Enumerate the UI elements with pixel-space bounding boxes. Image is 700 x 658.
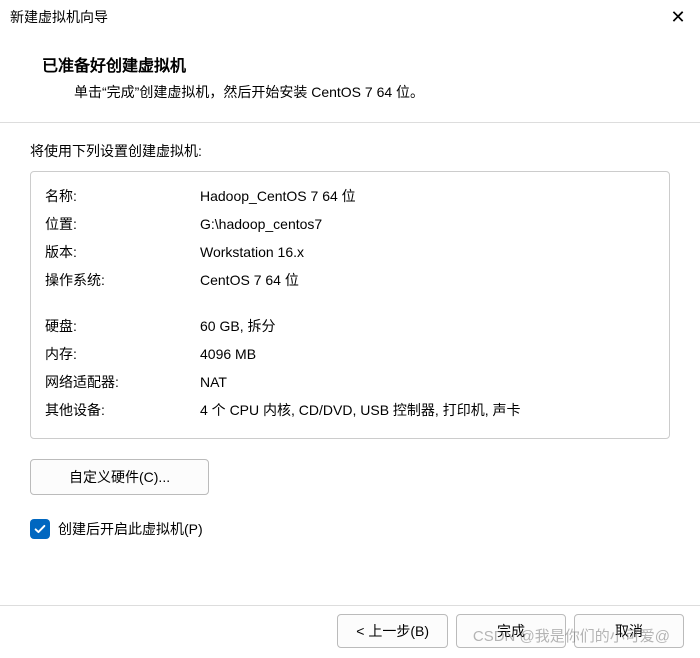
window-title: 新建虚拟机向导 (10, 7, 108, 27)
summary-row-memory: 内存: 4096 MB (45, 340, 655, 368)
memory-value: 4096 MB (200, 343, 655, 365)
version-value: Workstation 16.x (200, 241, 655, 263)
page-subheading: 单击“完成”创建虚拟机，然后开始安装 CentOS 7 64 位。 (42, 76, 660, 102)
power-on-label: 创建后开启此虚拟机(P) (58, 519, 203, 539)
back-button[interactable]: < 上一步(B) (337, 614, 448, 648)
summary-row-name: 名称: Hadoop_CentOS 7 64 位 (45, 182, 655, 210)
os-value: CentOS 7 64 位 (200, 269, 655, 291)
footer: < 上一步(B) 完成 取消 (0, 605, 700, 658)
cancel-button[interactable]: 取消 (574, 614, 684, 648)
location-label: 位置: (45, 213, 200, 235)
summary-label: 将使用下列设置创建虚拟机: (0, 123, 700, 171)
disk-label: 硬盘: (45, 315, 200, 337)
network-label: 网络适配器: (45, 371, 200, 393)
network-value: NAT (200, 371, 655, 393)
version-label: 版本: (45, 241, 200, 263)
summary-row-os: 操作系统: CentOS 7 64 位 (45, 266, 655, 294)
other-value: 4 个 CPU 内核, CD/DVD, USB 控制器, 打印机, 声卡 (200, 399, 655, 421)
location-value: G:\hadoop_centos7 (200, 213, 655, 235)
power-on-checkbox[interactable] (30, 519, 50, 539)
summary-row-disk: 硬盘: 60 GB, 拆分 (45, 312, 655, 340)
summary-row-other: 其他设备: 4 个 CPU 内核, CD/DVD, USB 控制器, 打印机, … (45, 396, 655, 424)
finish-button[interactable]: 完成 (456, 614, 566, 648)
name-value: Hadoop_CentOS 7 64 位 (200, 185, 655, 207)
disk-value: 60 GB, 拆分 (200, 315, 655, 337)
summary-box: 名称: Hadoop_CentOS 7 64 位 位置: G:\hadoop_c… (30, 171, 670, 439)
summary-row-version: 版本: Workstation 16.x (45, 238, 655, 266)
os-label: 操作系统: (45, 269, 200, 291)
customize-hardware-button[interactable]: 自定义硬件(C)... (30, 459, 209, 495)
other-label: 其他设备: (45, 399, 200, 421)
name-label: 名称: (45, 185, 200, 207)
close-icon[interactable]: ✕ (668, 7, 688, 28)
check-icon (33, 522, 47, 536)
summary-row-location: 位置: G:\hadoop_centos7 (45, 210, 655, 238)
summary-row-network: 网络适配器: NAT (45, 368, 655, 396)
page-heading: 已准备好创建虚拟机 (42, 52, 660, 76)
memory-label: 内存: (45, 343, 200, 365)
